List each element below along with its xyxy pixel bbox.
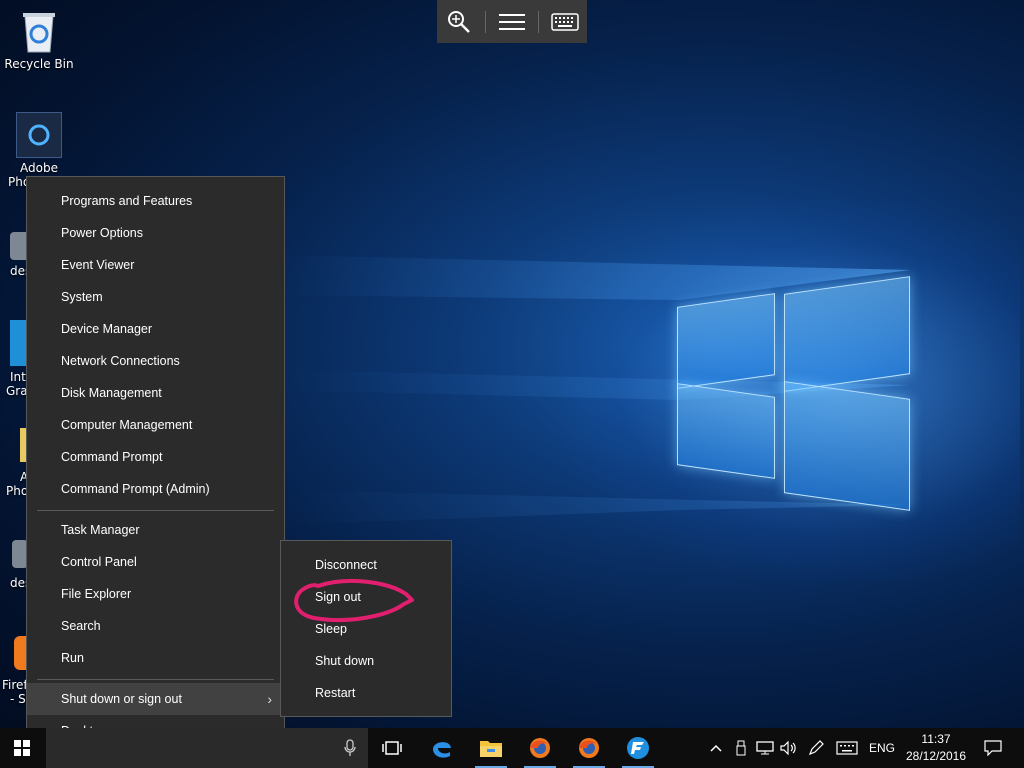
menu-separator xyxy=(37,510,274,511)
menu-item-label: Shut down or sign out xyxy=(61,692,182,706)
task-view-icon[interactable] xyxy=(368,728,416,768)
file-explorer-icon[interactable] xyxy=(467,728,515,768)
network-icon[interactable] xyxy=(754,728,776,768)
menu-item-programs-and-features[interactable]: Programs and Features xyxy=(27,185,284,217)
desktop-icon-label: Adobe xyxy=(20,161,58,175)
desktop-icon-des[interactable]: des xyxy=(0,232,32,278)
cortana-search-box[interactable] xyxy=(46,728,368,768)
start-button[interactable] xyxy=(0,728,44,768)
keyboard-icon[interactable] xyxy=(548,7,582,37)
touch-toolbar xyxy=(437,0,587,43)
desktop-icon-label: des xyxy=(10,576,32,590)
windows-logo-pane xyxy=(677,293,775,389)
desktop-icon-firefox[interactable]: Firef - S xyxy=(0,636,28,706)
action-center-icon[interactable] xyxy=(976,728,1010,768)
menu-item-disconnect[interactable]: Disconnect xyxy=(281,549,451,581)
windows-logo-pane xyxy=(784,276,910,392)
menu-item-run[interactable]: Run xyxy=(27,642,284,674)
menu-item-restart[interactable]: Restart xyxy=(281,677,451,709)
desktop-icon-adobe-photoshop-2[interactable]: A Pho xyxy=(0,428,29,498)
adobe-photoshop-icon xyxy=(16,112,62,158)
hamburger-menu-icon[interactable] xyxy=(495,7,529,37)
menu-item-power-options[interactable]: Power Options xyxy=(27,217,284,249)
windows-logo-pane xyxy=(784,381,910,511)
magnifier-icon[interactable] xyxy=(442,7,476,37)
annotation-circle xyxy=(294,579,414,622)
firefox-icon[interactable] xyxy=(565,728,613,768)
menu-item-disk-management[interactable]: Disk Management xyxy=(27,377,284,409)
toolbar-divider xyxy=(538,10,540,33)
pen-icon[interactable] xyxy=(804,728,828,768)
clock-time: 11:37 xyxy=(921,732,951,746)
menu-item-command-prompt-admin[interactable]: Command Prompt (Admin) xyxy=(27,473,284,505)
intel-graphics-icon xyxy=(10,320,26,366)
desktop-icon-intel-graphics[interactable]: Int Grap xyxy=(0,320,36,398)
shutdown-submenu: Disconnect Sign out Sleep Shut down Rest… xyxy=(280,540,452,717)
show-hidden-icons-chevron-up-icon[interactable] xyxy=(706,728,726,768)
desktop-icon-label: des xyxy=(10,264,32,278)
desktop-icon-label: - S xyxy=(10,692,26,706)
firefox-icon[interactable] xyxy=(516,728,564,768)
input-language-indicator[interactable]: ENG xyxy=(864,728,900,768)
winx-context-menu: Programs and Features Power Options Even… xyxy=(26,176,285,755)
taskbar: ENG 11:37 28/12/2016 xyxy=(0,728,1024,768)
menu-item-search[interactable]: Search xyxy=(27,610,284,642)
volume-icon[interactable] xyxy=(778,728,800,768)
recycle-bin-icon xyxy=(19,8,59,54)
desktop-icon-label: Firef xyxy=(2,678,28,692)
desktop-icon-recycle-bin[interactable]: Recycle Bin xyxy=(4,8,74,71)
menu-item-system[interactable]: System xyxy=(27,281,284,313)
touch-keyboard-icon[interactable] xyxy=(832,728,862,768)
microphone-icon xyxy=(344,739,356,756)
clock[interactable]: 11:37 28/12/2016 xyxy=(900,731,972,765)
menu-item-event-viewer[interactable]: Event Viewer xyxy=(27,249,284,281)
desktop-icon-label: A xyxy=(20,470,29,484)
desktop-icon-label: Int xyxy=(10,370,26,384)
usb-device-icon[interactable] xyxy=(730,728,752,768)
edge-icon[interactable] xyxy=(418,728,466,768)
menu-item-device-manager[interactable]: Device Manager xyxy=(27,313,284,345)
desktop-icon-label: Recycle Bin xyxy=(4,57,74,71)
desktop-icon-label: Pho xyxy=(6,484,29,498)
menu-item-shut-down-or-sign-out[interactable]: Shut down or sign out › xyxy=(27,683,284,715)
menu-item-task-manager[interactable]: Task Manager xyxy=(27,514,284,546)
desktop-icon-des-2[interactable]: des xyxy=(0,540,32,590)
windows-logo-icon xyxy=(14,740,30,756)
menu-item-network-connections[interactable]: Network Connections xyxy=(27,345,284,377)
windows-logo-pane xyxy=(677,383,775,479)
filezilla-icon[interactable] xyxy=(614,728,662,768)
menu-item-shut-down[interactable]: Shut down xyxy=(281,645,451,677)
menu-item-command-prompt[interactable]: Command Prompt xyxy=(27,441,284,473)
firefox-icon xyxy=(14,636,26,670)
menu-item-file-explorer[interactable]: File Explorer xyxy=(27,578,284,610)
desktop-icon-label: Grap xyxy=(6,384,36,398)
chevron-right-icon: › xyxy=(267,691,272,707)
menu-item-control-panel[interactable]: Control Panel xyxy=(27,546,284,578)
menu-item-computer-management[interactable]: Computer Management xyxy=(27,409,284,441)
menu-separator xyxy=(37,679,274,680)
clock-date: 28/12/2016 xyxy=(905,749,967,763)
toolbar-divider xyxy=(484,10,486,33)
